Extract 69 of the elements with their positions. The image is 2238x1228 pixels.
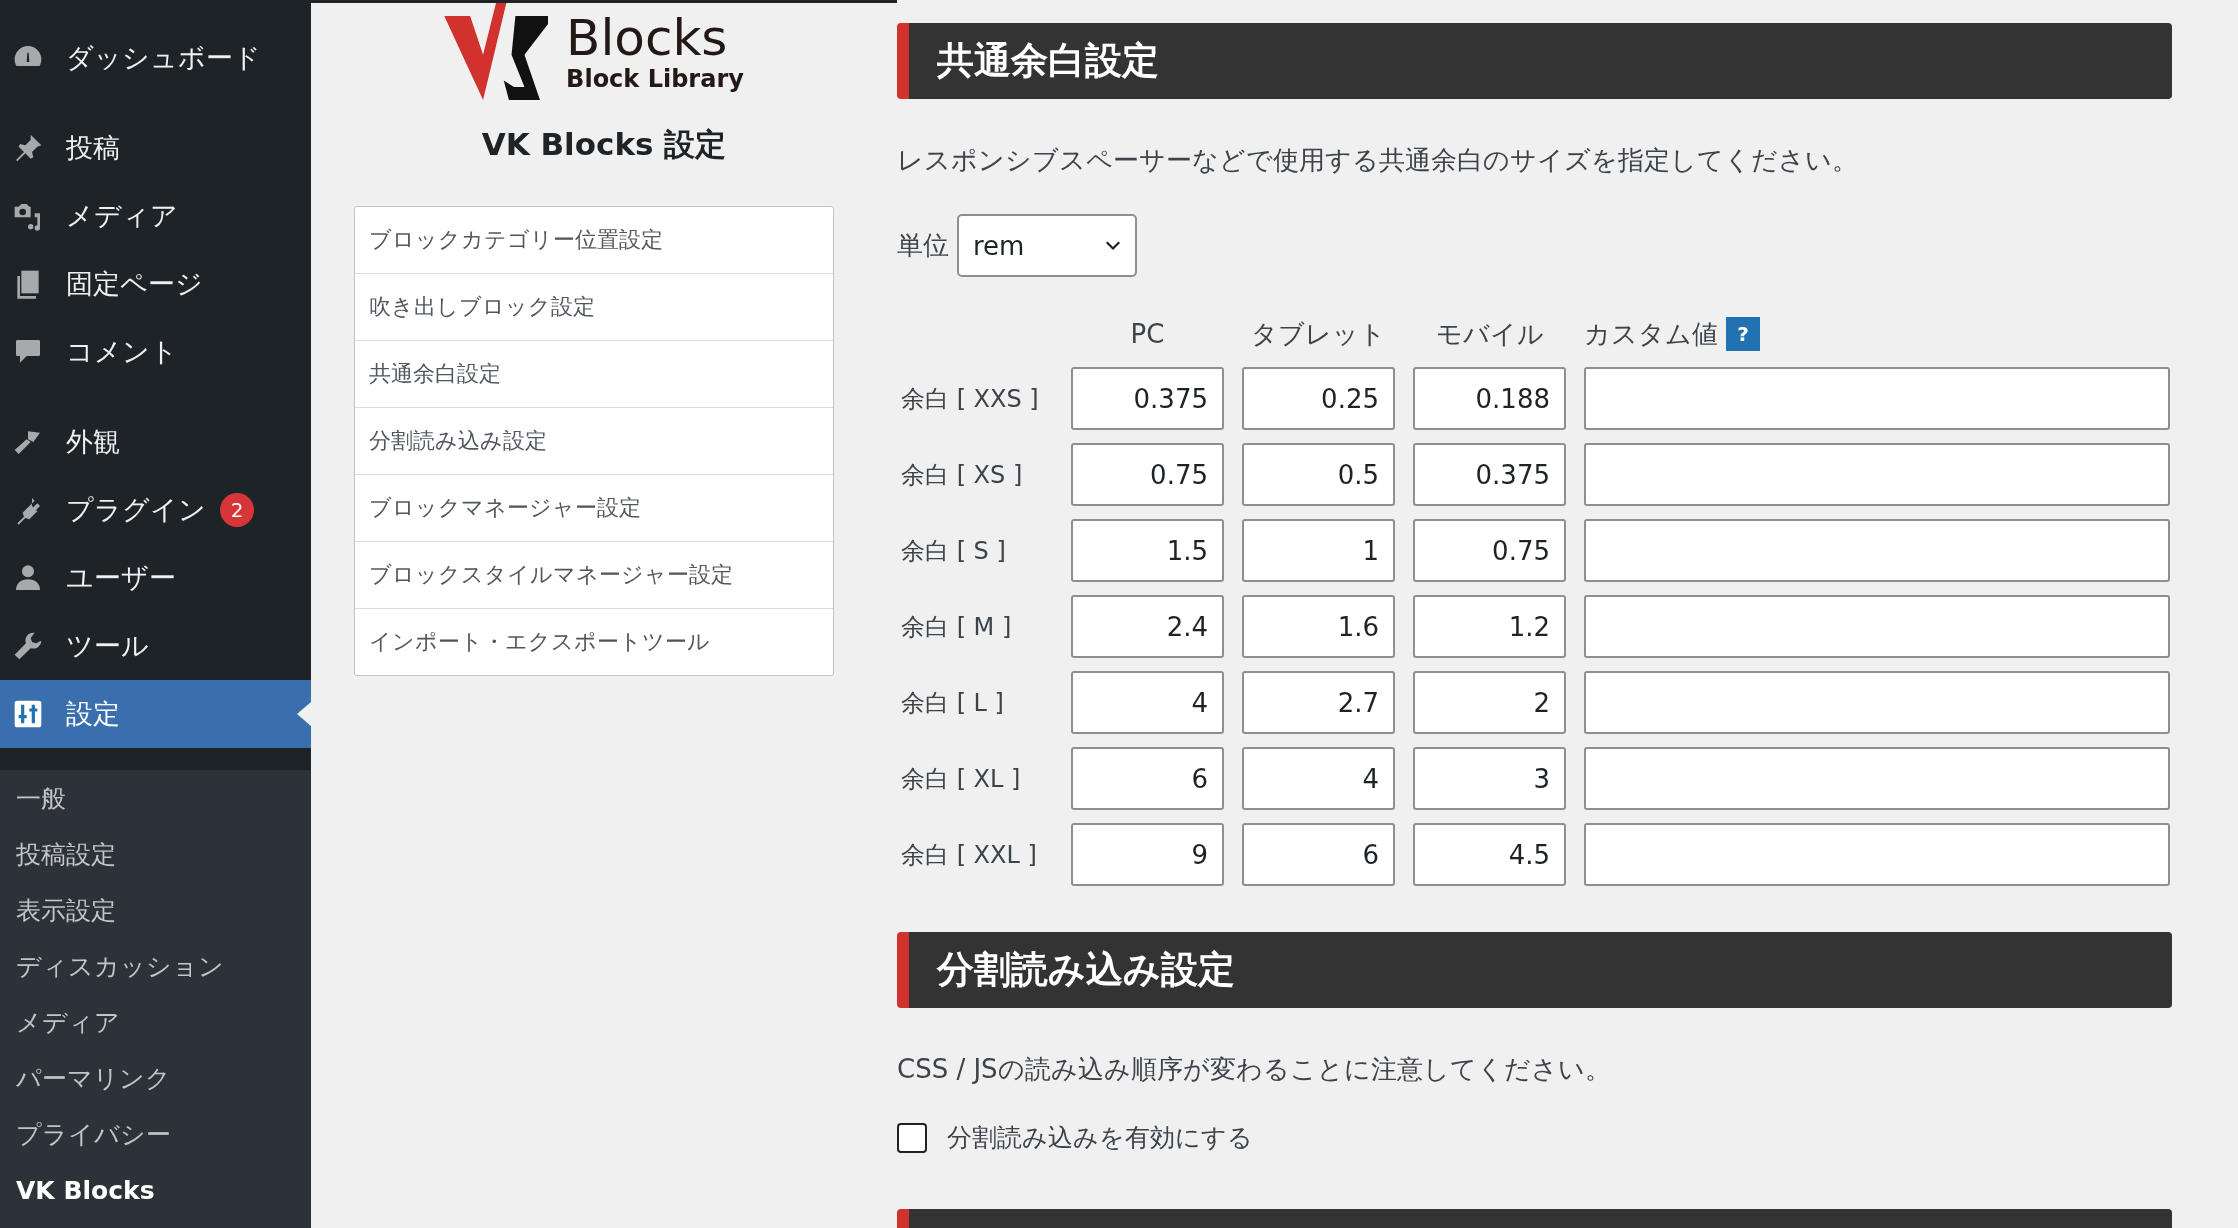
section-header: 共通余白設定 — [897, 23, 2172, 99]
menu-item[interactable]: ダッシュボード — [0, 24, 311, 92]
unit-select[interactable]: rem — [957, 214, 1137, 277]
unit-label: 単位 — [897, 229, 949, 262]
number-field[interactable]: 0.375 — [1071, 367, 1224, 430]
menu-item[interactable]: コメント — [0, 318, 311, 386]
settings-nav-link[interactable]: インポート・エクスポートツール — [355, 609, 833, 675]
column-header: カスタム値 — [1584, 317, 1718, 351]
checkbox-label: 分割読み込みを有効にする — [947, 1122, 1253, 1154]
settings-nav-link[interactable]: ブロックスタイルマネージャー設定 — [355, 542, 833, 609]
row-label: 余白 [ M ] — [900, 611, 1013, 643]
row-label: 余白 [ XL ] — [900, 763, 1022, 795]
row-label: 余白 [ L ] — [900, 687, 1005, 719]
row-label: 余白 [ XXL ] — [900, 839, 1038, 871]
row-label: 余白 [ XXS ] — [900, 383, 1040, 415]
row-label: 余白 [ S ] — [900, 535, 1007, 567]
settings-nav-link[interactable]: 分割読み込み設定 — [355, 408, 833, 475]
number-field[interactable]: 4 — [1242, 747, 1395, 810]
logo-title: Blocks — [566, 10, 729, 65]
menu-item[interactable]: メディア — [0, 182, 311, 250]
number-field[interactable]: 9 — [1071, 823, 1224, 886]
submenu-item[interactable]: VK Blocks — [0, 1162, 311, 1218]
update-count-badge: 2 — [220, 493, 254, 527]
number-field[interactable]: 0.75 — [1413, 519, 1566, 582]
menu-item[interactable]: プラグイン 2 — [0, 476, 311, 544]
number-field[interactable]: 2.7 — [1242, 671, 1395, 734]
number-field[interactable]: 0.5 — [1242, 443, 1395, 506]
menu-item[interactable]: 設定 — [0, 680, 311, 748]
menu-item[interactable]: 固定ページ — [0, 250, 311, 318]
number-field[interactable]: 6 — [1071, 747, 1224, 810]
page-title: VK Blocks 設定 — [481, 125, 727, 164]
number-field[interactable]: 0.25 — [1242, 367, 1395, 430]
number-field[interactable]: 2.4 — [1071, 595, 1224, 658]
submenu-item[interactable]: パーマリンク — [0, 1050, 311, 1106]
section-header: 分割読み込み設定 — [897, 932, 2172, 1008]
submenu-item[interactable]: 一般 — [0, 770, 311, 826]
menu-item[interactable]: ユーザー — [0, 544, 311, 612]
number-field[interactable]: 1 — [1242, 519, 1395, 582]
number-field[interactable]: 0.375 — [1413, 443, 1566, 506]
number-field[interactable]: 2 — [1413, 671, 1566, 734]
settings-nav-link[interactable]: 吹き出しブロック設定 — [355, 274, 833, 341]
number-field[interactable]: 4 — [1071, 671, 1224, 734]
section-description: レスポンシブスペーサーなどで使用する共通余白のサイズを指定してください。 — [897, 144, 1859, 177]
number-field[interactable]: 3 — [1413, 747, 1566, 810]
number-field[interactable]: 0.75 — [1071, 443, 1224, 506]
number-field[interactable]: 1.2 — [1413, 595, 1566, 658]
column-header: モバイル — [1435, 317, 1544, 351]
help-button[interactable]: ? — [1726, 317, 1760, 351]
settings-nav-link[interactable]: 共通余白設定 — [355, 341, 833, 408]
number-field[interactable]: 1.5 — [1071, 519, 1224, 582]
row-label: 余白 [ XS ] — [900, 459, 1024, 491]
submenu-item[interactable]: 表示設定 — [0, 882, 311, 938]
logo-subtitle: Block Library — [566, 64, 744, 93]
section-description: CSS / JSの読み込み順序が変わることに注意してください。 — [897, 1053, 1612, 1086]
column-header: タブレット — [1251, 317, 1386, 351]
number-field[interactable]: 0.188 — [1413, 367, 1566, 430]
menu-item[interactable]: 外観 — [0, 408, 311, 476]
settings-nav-link[interactable]: ブロックカテゴリー位置設定 — [355, 207, 833, 274]
number-field[interactable]: 6 — [1242, 823, 1395, 886]
submenu-item[interactable]: プライバシー — [0, 1106, 311, 1162]
number-field[interactable]: 1.6 — [1242, 595, 1395, 658]
column-header: PC — [1130, 319, 1165, 349]
submenu-item[interactable]: ディスカッション — [0, 938, 311, 994]
menu-item[interactable]: ツール — [0, 612, 311, 680]
submenu-item[interactable]: メディア — [0, 994, 311, 1050]
settings-nav-link[interactable]: ブロックマネージャー設定 — [355, 475, 833, 542]
menu-item[interactable]: 投稿 — [0, 114, 311, 182]
submenu-item[interactable]: 投稿設定 — [0, 826, 311, 882]
number-field[interactable]: 4.5 — [1413, 823, 1566, 886]
